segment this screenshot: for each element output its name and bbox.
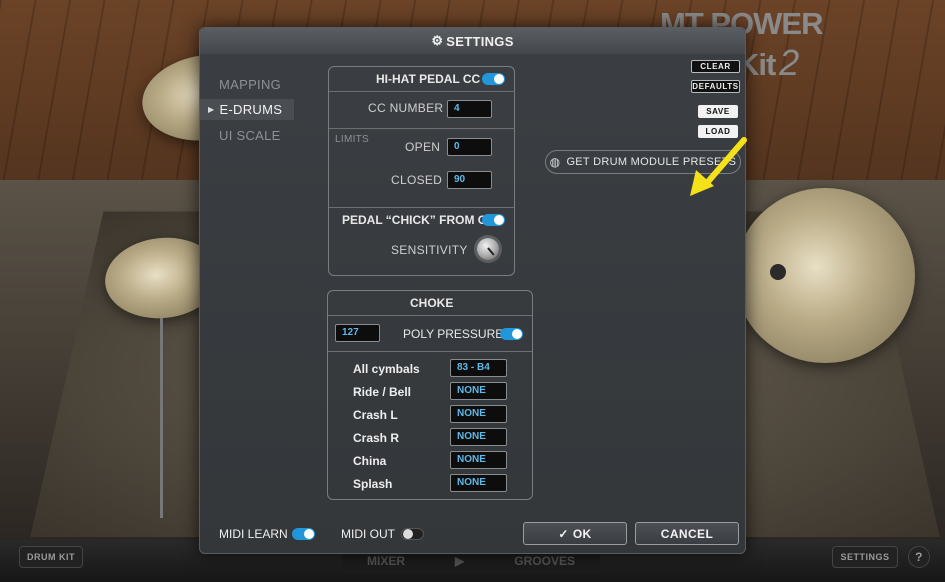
checkmark-icon: ✓ <box>558 526 569 541</box>
divider <box>328 351 532 352</box>
pedal-chick-label: PEDAL “CHICK” FROM CC <box>342 213 496 227</box>
choke-field-ride-bell[interactable]: NONE <box>450 382 507 400</box>
hihat-pedal-cc-toggle[interactable] <box>482 73 505 85</box>
divider <box>329 91 514 92</box>
choke-value-field[interactable]: 127 <box>335 324 380 342</box>
poly-pressure-toggle[interactable] <box>500 328 523 340</box>
defaults-button[interactable]: DEFAULTS <box>691 80 740 93</box>
midi-learn-label: MIDI LEARN <box>219 527 288 541</box>
poly-pressure-label: POLY PRESSURE <box>403 327 504 341</box>
open-label: OPEN <box>405 140 441 154</box>
choke-label-splash: Splash <box>353 477 393 491</box>
nav-item-mapping[interactable]: MAPPING <box>200 74 294 95</box>
divider <box>329 128 514 129</box>
hihat-panel: HI-HAT PEDAL CC CC NUMBER 4 LIMITS OPEN … <box>328 66 515 276</box>
midi-out-toggle[interactable] <box>401 528 424 540</box>
dialog-title-bar: ⚙ SETTINGS <box>200 28 745 54</box>
cc-number-field[interactable]: 4 <box>447 100 492 118</box>
divider <box>328 315 532 316</box>
ok-label: OK <box>572 526 592 541</box>
midi-out-label: MIDI OUT <box>341 527 395 541</box>
midi-learn-toggle[interactable] <box>292 528 315 540</box>
cancel-button[interactable]: CANCEL <box>635 522 739 545</box>
choke-label-crash-l: Crash L <box>353 408 398 422</box>
choke-field-crash-r[interactable]: NONE <box>450 428 507 446</box>
cymbal-bell <box>770 264 786 280</box>
cc-number-label: CC NUMBER <box>368 101 444 115</box>
choke-label-crash-r: Crash R <box>353 431 400 445</box>
nav-item-label: E-DRUMS <box>219 102 283 117</box>
choke-label-all-cymbals: All cymbals <box>353 362 420 376</box>
choke-panel: CHOKE 127 POLY PRESSURE All cymbals 83 -… <box>327 290 533 500</box>
limits-label: LIMITS <box>335 134 370 145</box>
nav-item-label: MAPPING <box>219 77 282 92</box>
nav-item-ui-scale[interactable]: UI SCALE <box>200 125 294 146</box>
choke-header: CHOKE <box>410 296 454 310</box>
drum-kit-button[interactable]: DRUM KIT <box>19 546 83 568</box>
sensitivity-label: SENSITIVITY <box>391 243 468 257</box>
nav-item-e-drums[interactable]: ▶ E-DRUMS <box>200 99 294 120</box>
closed-label: CLOSED <box>391 173 443 187</box>
hihat-pedal-cc-label: HI-HAT PEDAL CC <box>376 72 481 86</box>
choke-field-crash-l[interactable]: NONE <box>450 405 507 423</box>
china-cymbal-right[interactable] <box>735 188 915 363</box>
save-button[interactable]: SAVE <box>698 105 738 118</box>
caret-right-icon: ▶ <box>208 105 215 114</box>
choke-field-all-cymbals[interactable]: 83 - B4 <box>450 359 507 377</box>
globe-icon: ◍ <box>549 155 561 169</box>
dialog-title: SETTINGS <box>446 33 514 49</box>
open-limit-field[interactable]: 0 <box>447 138 492 156</box>
choke-field-china[interactable]: NONE <box>450 451 507 469</box>
nav-item-label: UI SCALE <box>219 128 281 143</box>
mixer-tab[interactable]: MIXER <box>367 554 405 568</box>
help-button[interactable]: ? <box>908 546 930 568</box>
play-icon[interactable]: ▶ <box>455 554 464 568</box>
choke-label-ride-bell: Ride / Bell <box>353 385 412 399</box>
clear-button[interactable]: CLEAR <box>691 60 740 73</box>
closed-limit-field[interactable]: 90 <box>447 171 492 189</box>
choke-label-china: China <box>353 454 387 468</box>
choke-field-splash[interactable]: NONE <box>450 474 507 492</box>
divider <box>329 207 514 208</box>
gear-icon: ⚙ <box>431 33 444 48</box>
pedal-chick-toggle[interactable] <box>482 214 505 226</box>
grooves-tab[interactable]: GROOVES <box>514 554 575 568</box>
settings-button[interactable]: SETTINGS <box>832 546 898 568</box>
ok-button[interactable]: ✓ OK <box>523 522 627 545</box>
annotation-arrow-icon <box>690 137 747 196</box>
sensitivity-knob[interactable] <box>477 238 499 260</box>
hihat-stand <box>160 318 163 518</box>
settings-dialog: ⚙ SETTINGS MAPPING ▶ E-DRUMS UI SCALE HI… <box>199 27 747 554</box>
